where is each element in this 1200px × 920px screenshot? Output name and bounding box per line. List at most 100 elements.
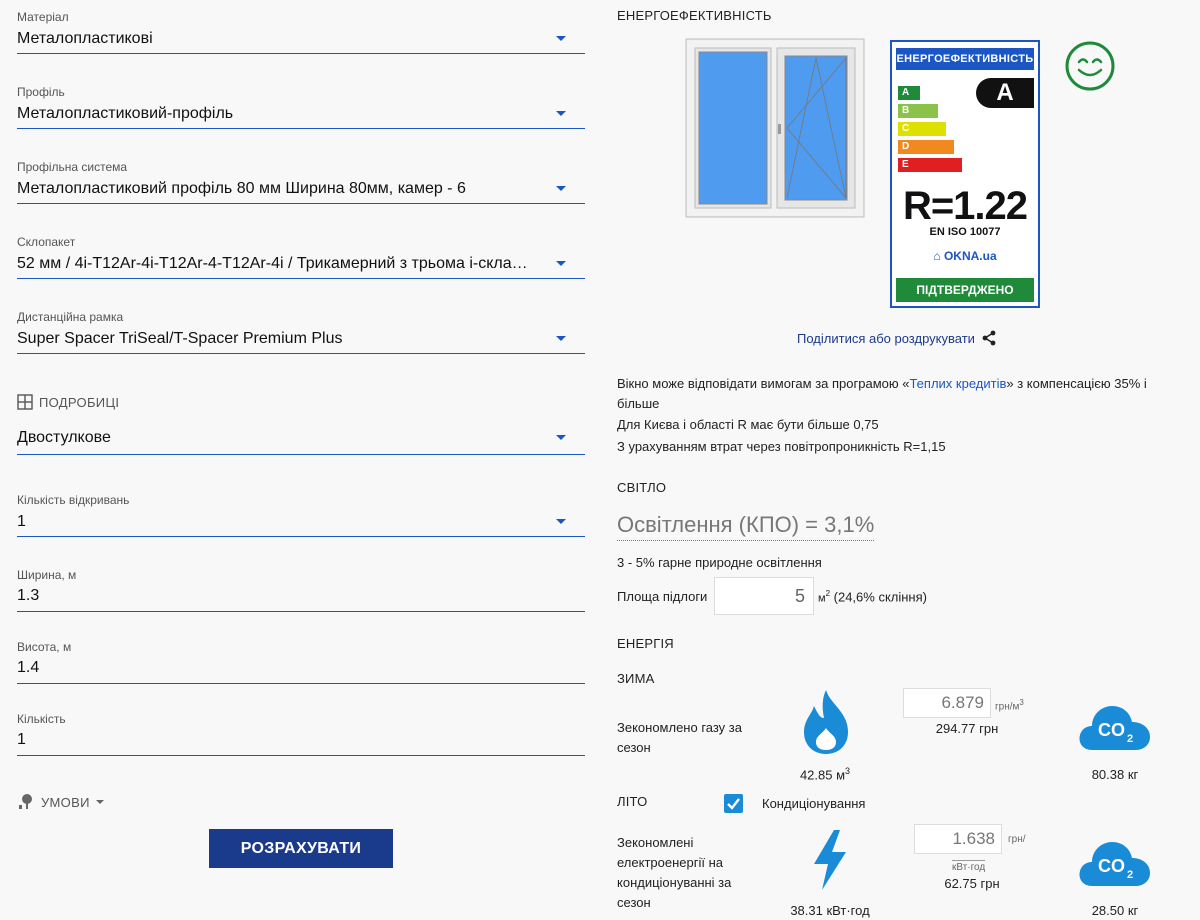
program-text: Вікно може відповідати вимогам за програ… xyxy=(617,376,1147,411)
profile-value: Металопластиковий-профіль xyxy=(17,105,234,122)
confirmed-badge: ПІДТВЕРДЖЕНО xyxy=(896,278,1034,302)
share-icon xyxy=(982,330,996,346)
summer-co2-amount: 28.50 кг xyxy=(1091,903,1139,918)
openings-select[interactable]: Кількість відкривань 1 xyxy=(17,493,585,537)
chevron-down-icon xyxy=(556,186,566,191)
co2-cloud-icon: CO 2 xyxy=(1079,706,1150,750)
gas-money-saved: 294.77 грн xyxy=(935,721,999,736)
checkmark-icon xyxy=(727,798,740,810)
profile-label: Профіль xyxy=(17,85,65,99)
summer-electricity-label: Зекономлені електроенергії на кондиціону… xyxy=(617,835,732,910)
energy-title: ЕНЕРГІЯ xyxy=(617,636,674,651)
co2-cloud-icon: CO 2 xyxy=(1079,842,1150,886)
smiley-icon xyxy=(1065,41,1115,91)
tree-icon xyxy=(19,794,32,809)
glass-unit-select[interactable]: Склопакет 52 мм / 4і-Т12Ar-4і-Т12Ar-4-Т1… xyxy=(17,235,585,279)
floor-area-input[interactable]: 5 xyxy=(714,577,814,615)
svg-text:2: 2 xyxy=(1127,869,1133,881)
calculate-button[interactable]: РОЗРАХУВАТИ xyxy=(209,829,393,868)
height-label: Висота, м xyxy=(17,640,72,654)
height-field[interactable]: Висота, м 1.4 xyxy=(17,640,585,684)
profile-select[interactable]: Профіль Металопластиковий-профіль xyxy=(17,85,585,129)
chevron-down-icon xyxy=(556,519,566,524)
ac-checkbox[interactable] xyxy=(724,794,743,813)
electricity-price-unit-2: кВт·год xyxy=(952,860,986,873)
share-link-label: Поділитися або роздрукувати xyxy=(797,330,975,346)
winter-title: ЗИМА xyxy=(617,671,655,686)
spacer-value: Super Spacer TriSeal/T-Spacer Premium Pl… xyxy=(17,330,343,347)
electricity-price-input[interactable]: 1.638 xyxy=(914,824,1002,854)
window-logo-icon: ⌂ xyxy=(933,249,944,263)
winter-co2-amount: 80.38 кг xyxy=(1091,767,1139,782)
gas-amount: 42.85 м3 xyxy=(799,766,851,783)
gas-price-unit: грн/м3 xyxy=(995,698,1024,713)
electricity-price-unit: грн/ xyxy=(1008,834,1026,845)
share-link[interactable]: Поділитися або роздрукувати xyxy=(797,330,997,346)
light-title: СВІТЛО xyxy=(617,480,667,495)
class-d-bar: D xyxy=(898,140,954,154)
floor-area-unit: м2 (24,6% скління) xyxy=(818,589,927,605)
chevron-down-icon xyxy=(556,111,566,116)
loss-note: З урахуванням втрат через повітропроникн… xyxy=(617,439,946,454)
summer-title: ЛІТО xyxy=(617,794,648,809)
winter-gas-label: Зекономлено газу за сезон xyxy=(617,720,742,755)
energy-efficiency-title: ЕНЕРГОЕФЕКТИВНІСТЬ xyxy=(617,8,772,23)
lightning-icon xyxy=(814,830,846,890)
material-label: Матеріал xyxy=(17,10,69,24)
spacer-select[interactable]: Дистанційна рамка Super Spacer TriSeal/T… xyxy=(17,310,585,354)
flame-icon xyxy=(804,690,848,754)
quantity-field[interactable]: Кількість 1 xyxy=(17,712,585,756)
openings-value: 1 xyxy=(17,513,26,530)
glass-unit-label: Склопакет xyxy=(17,235,76,249)
details-header: ПОДРОБИЦІ xyxy=(39,394,120,410)
chevron-down-icon xyxy=(556,435,566,440)
r-value: R=1.22 xyxy=(902,184,1028,228)
window-type-select[interactable]: Двостулкове xyxy=(17,423,585,455)
profile-system-select[interactable]: Профільна система Металопластиковий проф… xyxy=(17,160,585,204)
warm-credits-link[interactable]: Теплих кредитів xyxy=(909,376,1006,391)
chevron-down-icon xyxy=(556,261,566,266)
width-input[interactable]: 1.3 xyxy=(17,582,585,612)
openings-label: Кількість відкривань xyxy=(17,493,130,507)
conditions-header: УМОВИ xyxy=(41,794,90,810)
kyiv-note: Для Києва і області R має бути більше 0,… xyxy=(617,417,879,432)
spacer-label: Дистанційна рамка xyxy=(17,310,124,324)
height-input[interactable]: 1.4 xyxy=(17,654,585,684)
glass-unit-value: 52 мм / 4і-Т12Ar-4і-Т12Ar-4-Т12Ar-4і / Т… xyxy=(17,255,528,272)
class-b-bar: B xyxy=(898,104,938,118)
chevron-down-icon xyxy=(556,36,566,41)
svg-text:CO: CO xyxy=(1098,856,1125,876)
svg-text:2: 2 xyxy=(1127,733,1133,745)
quantity-label: Кількість xyxy=(17,712,66,726)
width-label: Ширина, м xyxy=(17,568,77,582)
gas-price-input[interactable]: 6.879 xyxy=(903,688,991,718)
lighting-value: Освітлення (КПО) = 3,1% xyxy=(617,512,875,541)
material-select[interactable]: Матеріал Металопластикові xyxy=(17,10,585,54)
window-illustration xyxy=(685,38,865,218)
width-field[interactable]: Ширина, м 1.3 xyxy=(17,568,585,612)
class-e-bar: E xyxy=(898,158,962,172)
class-c-bar: C xyxy=(898,122,946,136)
window-type-value: Двостулкове xyxy=(17,429,111,446)
ac-label: Кондиціонування xyxy=(762,796,866,811)
energy-label-title: ЕНЕРГОЕФЕКТИВНІСТЬ xyxy=(896,48,1034,70)
electricity-amount: 38.31 кВт·год xyxy=(790,903,870,918)
conditions-toggle[interactable]: УМОВИ xyxy=(17,793,104,811)
floor-area-label: Площа підлоги xyxy=(617,589,708,604)
class-a-bar: A xyxy=(898,86,920,100)
profile-system-value: Металопластиковий профіль 80 мм Ширина 8… xyxy=(17,180,466,197)
caret-down-icon xyxy=(95,800,104,804)
svg-text:CO: CO xyxy=(1098,720,1125,740)
quantity-input[interactable]: 1 xyxy=(17,726,585,756)
brand-logo: ⌂ OKNA.ua xyxy=(933,249,997,263)
details-toggle[interactable]: ПОДРОБИЦІ xyxy=(17,394,119,410)
chevron-down-icon xyxy=(556,336,566,341)
calculator-page: Матеріал Металопластикові Профіль Метало… xyxy=(0,0,1200,920)
glazing-percent: (24,6% скління) xyxy=(833,589,927,605)
material-value: Металопластикові xyxy=(17,30,153,47)
grid-icon xyxy=(17,394,33,410)
electricity-money-saved: 62.75 грн xyxy=(944,876,1000,891)
profile-system-label: Профільна система xyxy=(17,160,128,174)
energy-label-card: ЕНЕРГОЕФЕКТИВНІСТЬ A B C D E A R=1.22 EN… xyxy=(890,40,1040,308)
iso-standard: EN ISO 10077 xyxy=(929,226,1001,238)
